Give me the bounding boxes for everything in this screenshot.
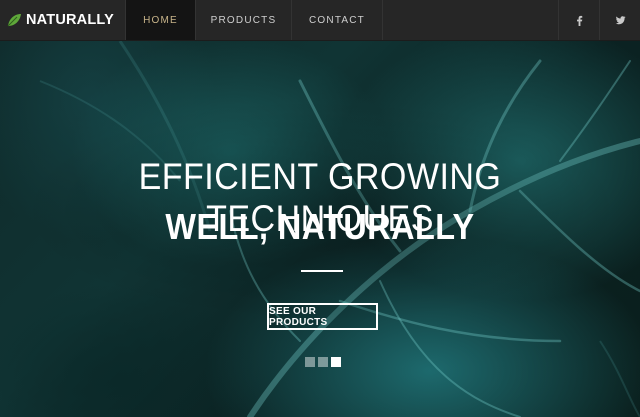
- see-our-products-button[interactable]: SEE OUR PRODUCTS: [267, 303, 378, 330]
- brand-name: NATURALLY: [26, 12, 114, 28]
- top-navbar: NATURALLY HOME PRODUCTS CONTACT: [0, 0, 640, 41]
- hero-banner: EFFICIENT GROWING TECHNIQUES WELL, NATUR…: [0, 41, 640, 417]
- facebook-icon: [576, 15, 582, 26]
- brand-logo[interactable]: NATURALLY: [0, 0, 126, 40]
- leaf-icon: [7, 14, 21, 27]
- twitter-icon: [615, 15, 626, 24]
- hero-divider: [301, 270, 343, 272]
- nav-contact[interactable]: CONTACT: [292, 0, 383, 40]
- slide-dot-3[interactable]: [331, 357, 341, 367]
- facebook-link[interactable]: [558, 0, 599, 40]
- twitter-link[interactable]: [599, 0, 640, 40]
- slide-dot-1[interactable]: [305, 357, 315, 367]
- nav-products[interactable]: PRODUCTS: [196, 0, 292, 40]
- slide-dot-2[interactable]: [318, 357, 328, 367]
- hero-subheadline: WELL, NATURALLY: [165, 206, 475, 247]
- nav-home[interactable]: HOME: [126, 0, 196, 40]
- slider-pagination: [305, 357, 341, 367]
